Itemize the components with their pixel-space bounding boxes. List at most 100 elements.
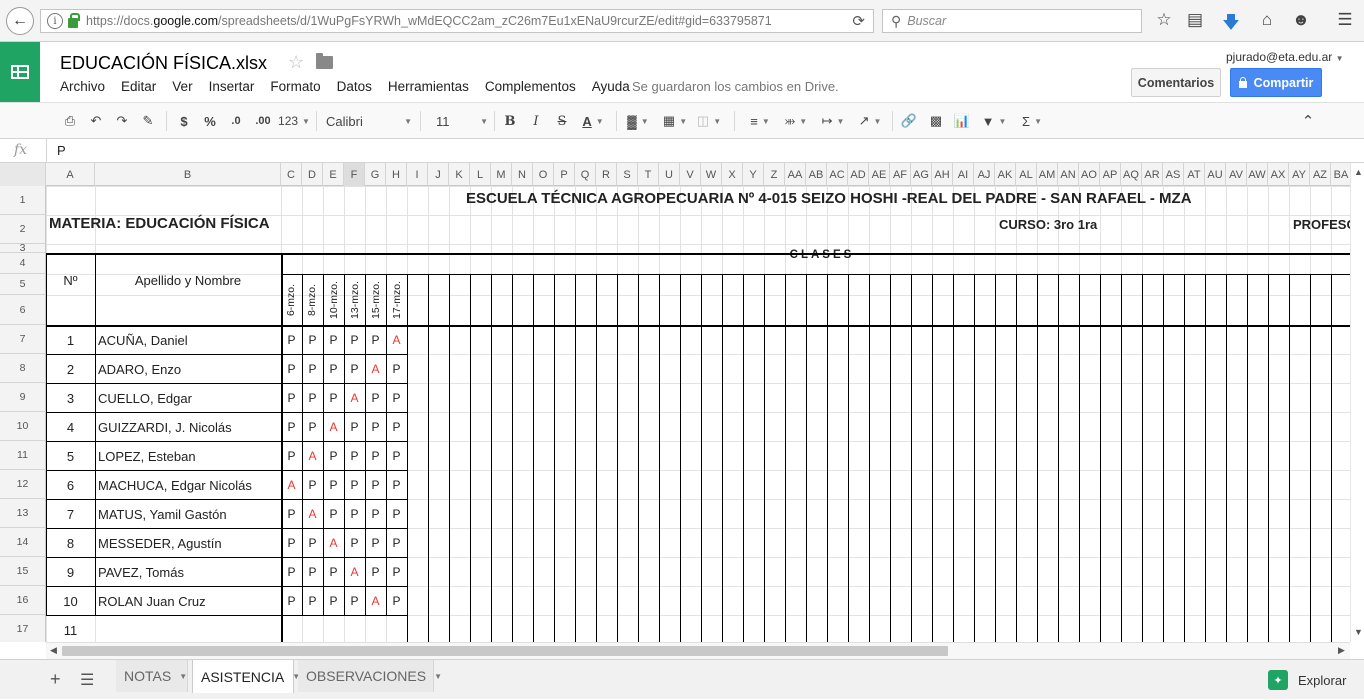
- menu-datos[interactable]: Datos: [337, 79, 372, 94]
- student-number[interactable]: 5: [46, 442, 95, 470]
- column-header-an[interactable]: AN: [1058, 163, 1079, 186]
- column-header-ab[interactable]: AB: [806, 163, 827, 186]
- attendance-cell[interactable]: P: [365, 558, 386, 586]
- borders-icon[interactable]: ▦ ▼: [660, 111, 690, 131]
- font-size-select[interactable]: 11 ▼: [430, 111, 488, 131]
- student-name[interactable]: LOPEZ, Esteban: [98, 442, 196, 470]
- menu-formato[interactable]: Formato: [270, 79, 320, 94]
- scroll-left-icon[interactable]: ◀: [50, 645, 57, 656]
- student-number[interactable]: 8: [46, 529, 95, 557]
- student-number[interactable]: 4: [46, 413, 95, 441]
- column-header-aw[interactable]: AW: [1247, 163, 1268, 186]
- italic-button[interactable]: I: [526, 111, 546, 131]
- row-header-17[interactable]: 17: [0, 615, 46, 642]
- column-header-s[interactable]: S: [617, 163, 638, 186]
- column-header-ai[interactable]: AI: [953, 163, 974, 186]
- column-header-c[interactable]: C: [281, 163, 302, 186]
- column-header-h[interactable]: H: [386, 163, 407, 186]
- address-bar[interactable]: i https://docs.google.com/spreadsheets/d…: [40, 9, 874, 33]
- attendance-cell[interactable]: P: [344, 587, 365, 615]
- column-header-aj[interactable]: AJ: [974, 163, 995, 186]
- attendance-cell[interactable]: P: [365, 384, 386, 412]
- folder-icon[interactable]: [316, 53, 333, 69]
- chevron-down-icon[interactable]: ▼: [179, 672, 187, 681]
- attendance-cell[interactable]: P: [323, 326, 344, 354]
- course-label[interactable]: CURSO: 3ro 1ra: [999, 217, 1097, 232]
- reading-list-icon[interactable]: ▤: [1184, 10, 1206, 30]
- smiley-icon[interactable]: ☻: [1290, 10, 1312, 30]
- student-number[interactable]: 11: [46, 616, 95, 642]
- row-header-4[interactable]: 4: [0, 253, 46, 274]
- attendance-cell[interactable]: P: [344, 413, 365, 441]
- column-header-au[interactable]: AU: [1205, 163, 1226, 186]
- attendance-cell[interactable]: P: [302, 529, 323, 557]
- column-header-ar[interactable]: AR: [1142, 163, 1163, 186]
- sheet-tab-asistencia[interactable]: ASISTENCIA ▼: [192, 660, 300, 693]
- attendance-cell[interactable]: P: [302, 413, 323, 441]
- align-vertical-icon[interactable]: ⤕ ▼: [780, 111, 812, 131]
- redo-icon[interactable]: ↷: [112, 111, 132, 131]
- font-family-select[interactable]: Calibri ▼: [322, 111, 412, 131]
- attendance-cell[interactable]: [302, 616, 323, 642]
- attendance-cell[interactable]: P: [386, 413, 407, 441]
- date-header[interactable]: 6-mzo.: [281, 275, 302, 325]
- attendance-cell[interactable]: P: [302, 326, 323, 354]
- attendance-cell[interactable]: A: [365, 355, 386, 383]
- student-name[interactable]: ADARO, Enzo: [98, 355, 181, 383]
- menu-editar[interactable]: Editar: [121, 79, 156, 94]
- fill-color-icon[interactable]: ▓ ▼: [622, 111, 654, 131]
- column-header-as[interactable]: AS: [1163, 163, 1184, 186]
- row-header-9[interactable]: 9: [0, 383, 46, 412]
- user-account[interactable]: pjurado@eta.edu.ar ▼: [1226, 50, 1344, 64]
- column-header-g[interactable]: G: [365, 163, 386, 186]
- column-header-o[interactable]: O: [533, 163, 554, 186]
- decrease-decimals-button[interactable]: .0: [226, 111, 246, 131]
- menu-complementos[interactable]: Complementos: [485, 79, 576, 94]
- column-header-a[interactable]: A: [46, 163, 95, 186]
- comments-button[interactable]: Comentarios: [1131, 68, 1221, 97]
- row-header-6[interactable]: 6: [0, 295, 46, 325]
- attendance-cell[interactable]: [386, 616, 407, 642]
- attendance-cell[interactable]: A: [365, 587, 386, 615]
- download-icon[interactable]: 🡇: [1220, 10, 1242, 39]
- info-icon[interactable]: i: [47, 13, 63, 29]
- attendance-cell[interactable]: P: [365, 413, 386, 441]
- column-header-m[interactable]: M: [491, 163, 512, 186]
- explore-button[interactable]: ✦ Explorar: [1258, 660, 1364, 700]
- back-icon[interactable]: ←: [6, 7, 34, 35]
- strikethrough-button[interactable]: S: [552, 111, 572, 131]
- attendance-cell[interactable]: P: [344, 326, 365, 354]
- row-header-3[interactable]: 3: [0, 242, 46, 254]
- column-header-ag[interactable]: AG: [911, 163, 932, 186]
- student-number[interactable]: 7: [46, 500, 95, 528]
- paint-format-icon[interactable]: ✎: [138, 111, 158, 131]
- attendance-cell[interactable]: P: [281, 384, 302, 412]
- row-header-11[interactable]: 11: [0, 441, 46, 470]
- attendance-cell[interactable]: P: [302, 355, 323, 383]
- attendance-cell[interactable]: A: [302, 442, 323, 470]
- all-sheets-icon[interactable]: ☰: [80, 670, 94, 690]
- classes-header[interactable]: CLASES: [280, 249, 1364, 261]
- column-header-r[interactable]: R: [596, 163, 617, 186]
- column-header-ap[interactable]: AP: [1100, 163, 1121, 186]
- formula-input[interactable]: P: [57, 143, 66, 158]
- menu-ayuda[interactable]: Ayuda: [592, 79, 630, 94]
- attendance-cell[interactable]: P: [281, 413, 302, 441]
- column-header-v[interactable]: V: [680, 163, 701, 186]
- column-header-ae[interactable]: AE: [869, 163, 890, 186]
- student-name[interactable]: MACHUCA, Edgar Nicolás: [98, 471, 252, 499]
- menu-insertar[interactable]: Insertar: [209, 79, 255, 94]
- student-name[interactable]: ROLAN Juan Cruz: [98, 587, 206, 615]
- text-wrapping-icon[interactable]: ↦ ▼: [816, 111, 850, 131]
- student-name[interactable]: PAVEZ, Tomás: [98, 558, 184, 586]
- chart-icon[interactable]: 📊: [952, 111, 972, 131]
- column-header-t[interactable]: T: [638, 163, 659, 186]
- attendance-cell[interactable]: P: [281, 500, 302, 528]
- attendance-cell[interactable]: P: [281, 326, 302, 354]
- column-header-l[interactable]: L: [470, 163, 491, 186]
- attendance-cell[interactable]: [281, 616, 302, 642]
- spreadsheet-grid[interactable]: A B C D E F G H I J K L M N O P Q R S T U V W X Y Z AA AB AC AD AE AF AG…: [0, 163, 1364, 642]
- attendance-cell[interactable]: P: [281, 558, 302, 586]
- attendance-cell[interactable]: P: [323, 355, 344, 383]
- teacher-label[interactable]: PROFESC: [1293, 217, 1356, 232]
